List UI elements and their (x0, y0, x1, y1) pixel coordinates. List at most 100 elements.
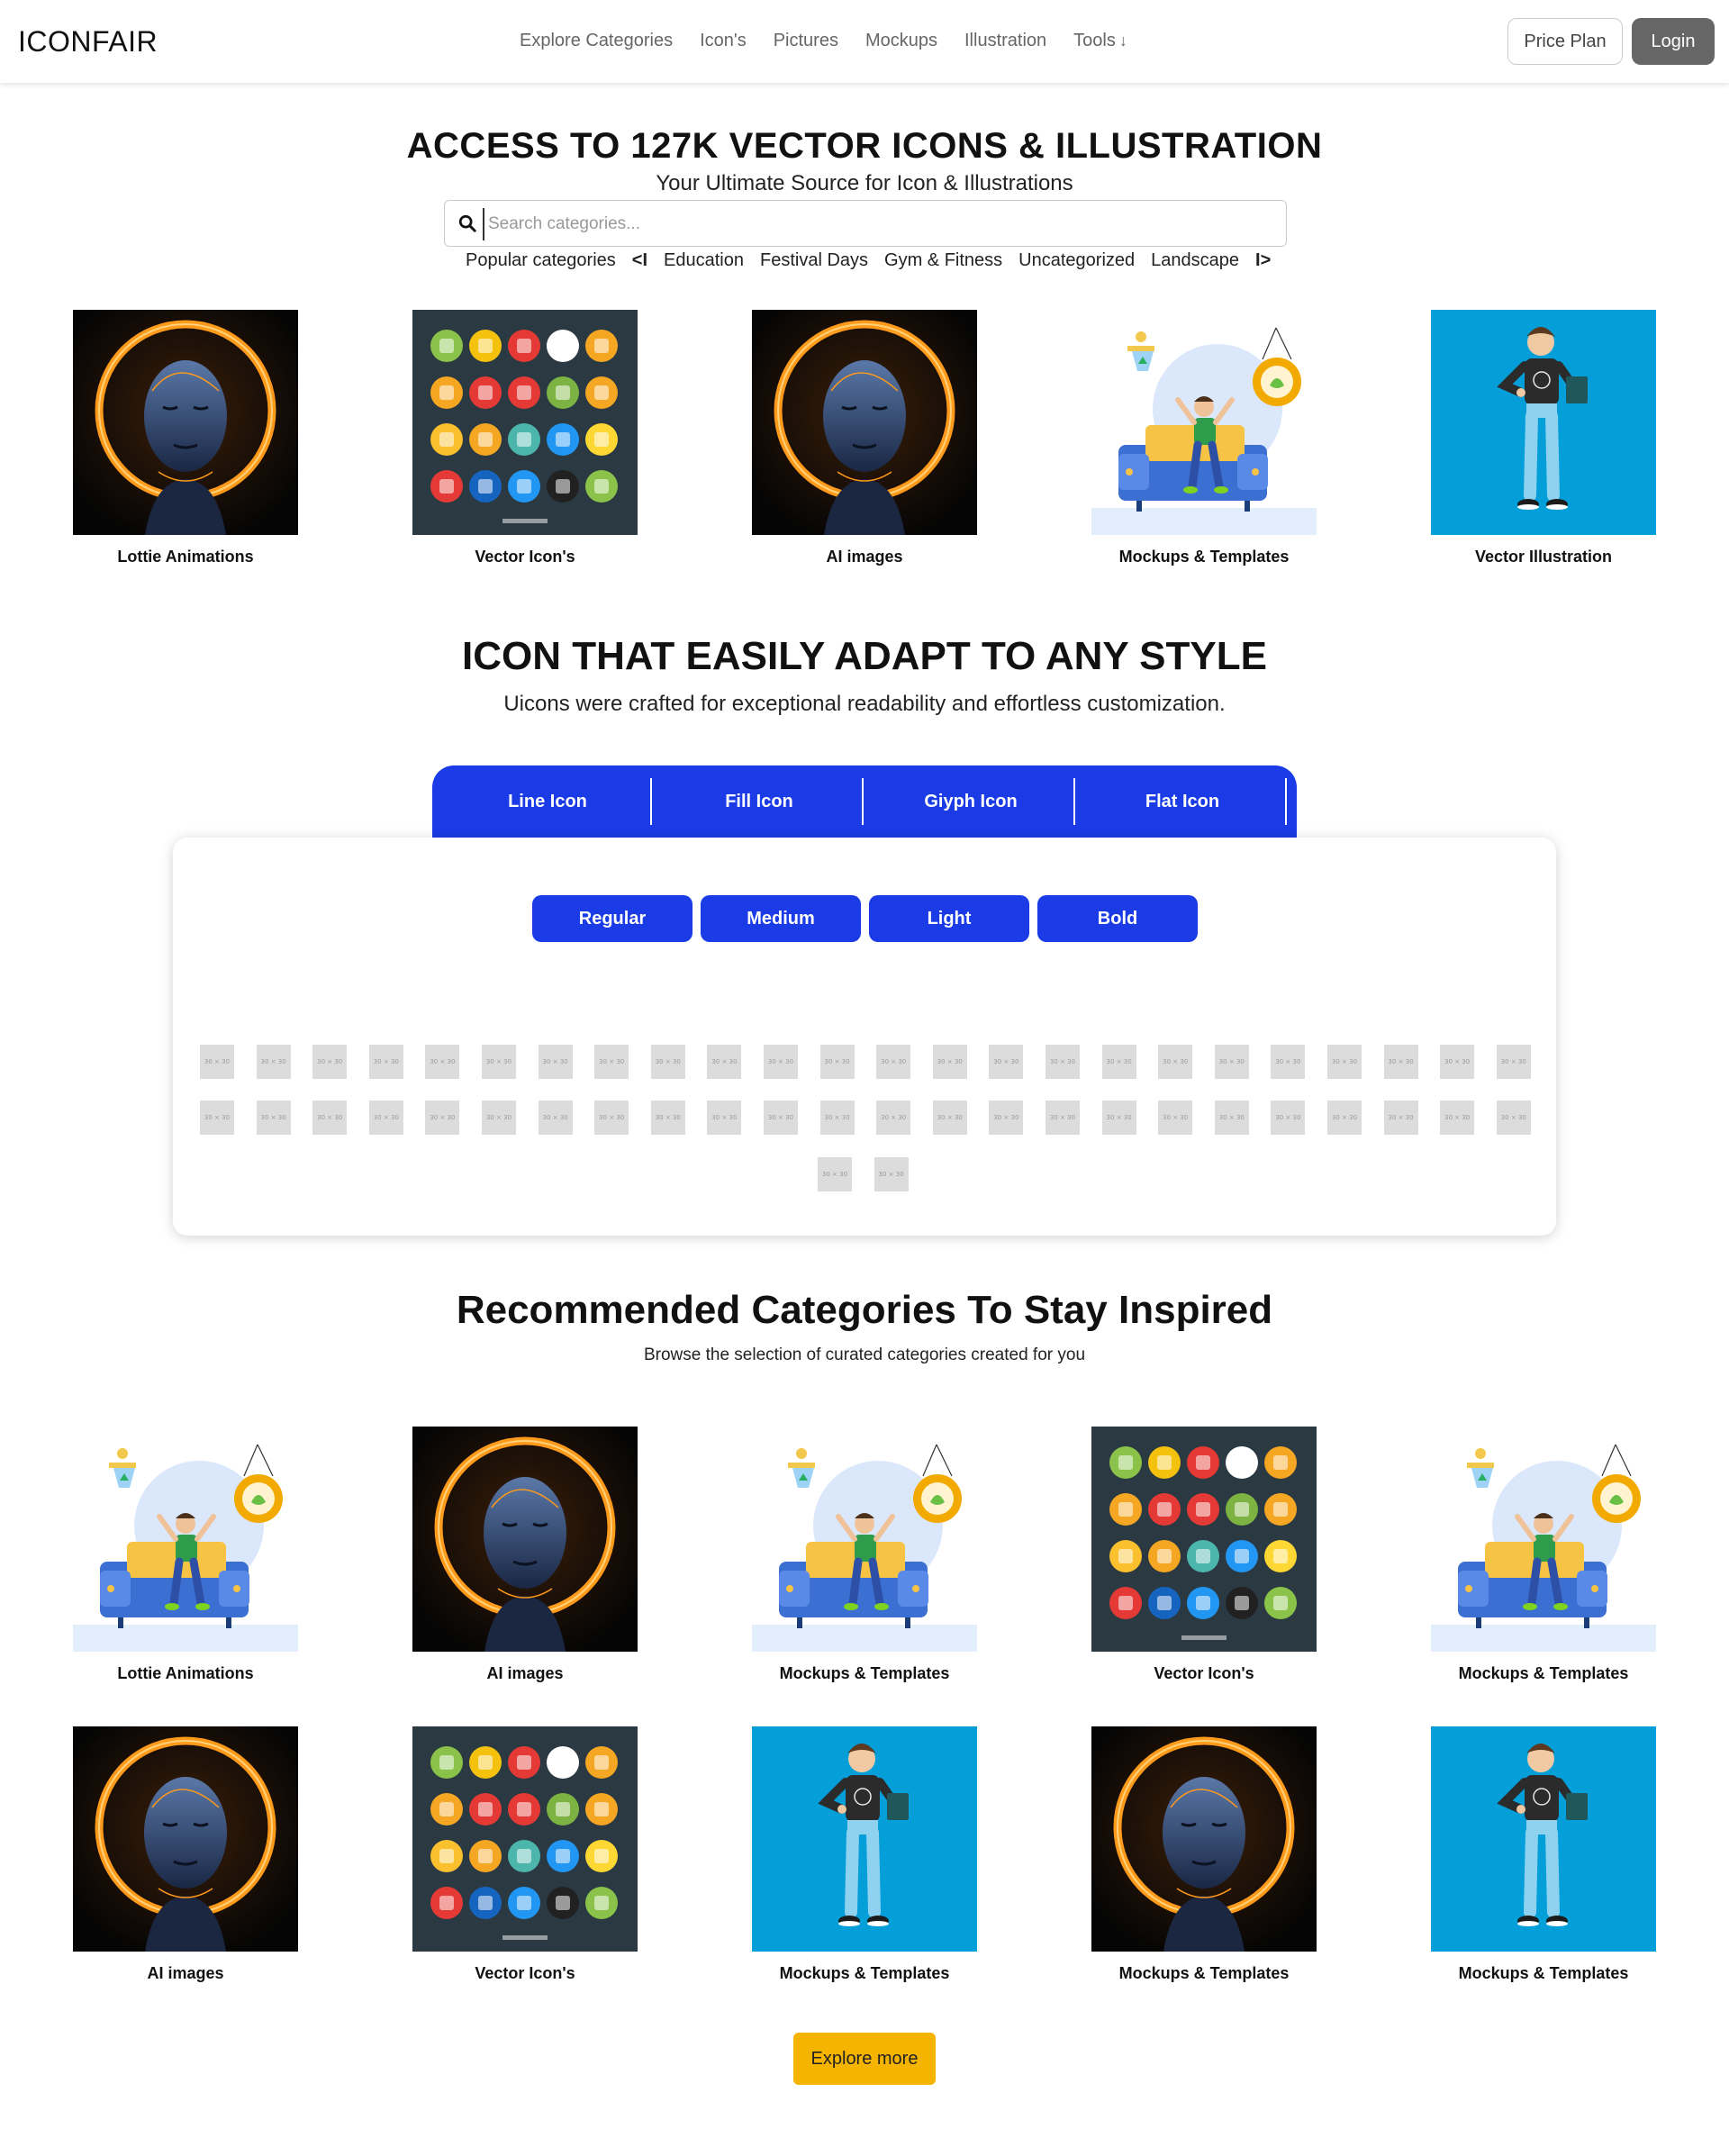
icon-placeholder[interactable]: 30 × 30 (256, 1045, 291, 1079)
nav-link-mockups[interactable]: Mockups (865, 31, 937, 51)
icon-placeholder[interactable]: 30 × 30 (425, 1101, 460, 1135)
icon-placeholder[interactable]: 30 × 30 (312, 1045, 348, 1079)
nav-link-illustration[interactable]: Illustration (964, 31, 1046, 51)
icon-placeholder[interactable]: 30 × 30 (1158, 1101, 1193, 1135)
icon-placeholder[interactable]: 30 × 30 (1101, 1045, 1136, 1079)
icon-placeholder[interactable]: 30 × 30 (819, 1045, 855, 1079)
login-button[interactable]: Login (1632, 18, 1715, 65)
recommended-card-label: Mockups & Templates (1458, 1964, 1629, 1982)
icon-placeholder[interactable]: 30 × 30 (764, 1101, 798, 1135)
icon-placeholder[interactable]: 30 × 30 (876, 1045, 911, 1079)
icon-placeholder[interactable]: 30 × 30 (932, 1045, 967, 1079)
icon-placeholder[interactable]: 30 × 30 (1440, 1101, 1475, 1135)
icon-placeholder[interactable]: 30 × 30 (200, 1045, 234, 1079)
icon-placeholder[interactable]: 30 × 30 (1271, 1101, 1306, 1135)
price-plan-button[interactable]: Price Plan (1507, 18, 1623, 65)
icon-placeholder[interactable]: 30 × 30 (989, 1045, 1024, 1079)
icon-placeholder[interactable]: 30 × 30 (1271, 1045, 1306, 1079)
icon-placeholder[interactable]: 30 × 30 (200, 1101, 234, 1135)
icon-placeholder[interactable]: 30 × 30 (594, 1045, 629, 1079)
icon-placeholder[interactable]: 30 × 30 (1327, 1101, 1362, 1135)
category-card[interactable]: Vector Illustration (1431, 310, 1656, 566)
popular-next-button[interactable]: I> (1255, 250, 1271, 271)
nav-link-tools[interactable]: Tools ↓ (1073, 31, 1127, 51)
icon-placeholder[interactable]: 30 × 30 (1046, 1045, 1080, 1079)
popular-chip-education[interactable]: Education (664, 250, 744, 271)
icon-placeholder[interactable]: 30 × 30 (1046, 1101, 1080, 1135)
icon-placeholder[interactable]: 30 × 30 (1327, 1045, 1362, 1079)
recommended-card[interactable]: AI images (73, 1726, 298, 1983)
search-icon (458, 214, 476, 232)
icon-placeholder[interactable]: 30 × 30 (707, 1101, 742, 1135)
recommended-card[interactable]: Mockups & Templates (752, 1427, 977, 1683)
icon-placeholder[interactable]: 30 × 30 (538, 1045, 573, 1079)
icon-placeholder[interactable]: 30 × 30 (819, 1101, 855, 1135)
icon-placeholder[interactable]: 30 × 30 (707, 1045, 742, 1079)
brand-logo[interactable]: ICONFAIR (18, 25, 158, 59)
icon-placeholder[interactable]: 30 × 30 (1158, 1045, 1193, 1079)
recommended-card[interactable]: Lottie Animations (73, 1427, 298, 1683)
icon-placeholder[interactable]: 30 × 30 (312, 1101, 348, 1135)
tab-fill-icon[interactable]: Fill Icon (656, 778, 864, 825)
icon-placeholder[interactable]: 30 × 30 (1496, 1045, 1531, 1079)
recommended-card[interactable]: Vector Icon's (1091, 1427, 1317, 1683)
icon-placeholder[interactable]: 30 × 30 (482, 1045, 516, 1079)
icon-placeholder[interactable]: 30 × 30 (876, 1101, 911, 1135)
recommended-card[interactable]: Mockups & Templates (752, 1726, 977, 1983)
icon-placeholder[interactable]: 30 × 30 (1214, 1101, 1249, 1135)
icon-placeholder[interactable]: 30 × 30 (650, 1101, 685, 1135)
icon-placeholder[interactable]: 30 × 30 (932, 1101, 967, 1135)
popular-chip-uncategorized[interactable]: Uncategorized (1018, 250, 1135, 271)
category-image-standing-person (1431, 310, 1656, 535)
icon-placeholder[interactable]: 30 × 30 (1496, 1101, 1531, 1135)
icon-placeholder[interactable]: 30 × 30 (368, 1101, 403, 1135)
nav-link-explore-categories[interactable]: Explore Categories (520, 31, 673, 51)
popular-chip-gym-fitness[interactable]: Gym & Fitness (884, 250, 1002, 271)
weight-medium-button[interactable]: Medium (701, 895, 861, 942)
icon-placeholder[interactable]: 30 × 30 (425, 1045, 460, 1079)
explore-more-button[interactable]: Explore more (793, 2033, 936, 2085)
search-input[interactable] (483, 208, 1266, 240)
icon-placeholder[interactable]: 30 × 30 (1383, 1045, 1418, 1079)
icon-placeholder[interactable]: 30 × 30 (818, 1157, 852, 1191)
category-card[interactable]: Vector Icon's (412, 310, 638, 566)
icon-placeholder[interactable]: 30 × 30 (874, 1157, 909, 1191)
hero-title: ACCESS TO 127K VECTOR ICONS & ILLUSTRATI… (406, 126, 1323, 166)
category-image-standing-person (752, 1726, 977, 1952)
popular-chip-festival-days[interactable]: Festival Days (760, 250, 868, 271)
recommended-card[interactable]: Vector Icon's (412, 1726, 638, 1983)
recommended-card[interactable]: Mockups & Templates (1431, 1427, 1656, 1683)
weight-light-button[interactable]: Light (869, 895, 1029, 942)
popular-prev-button[interactable]: <I (632, 250, 647, 271)
popular-chip-landscape[interactable]: Landscape (1151, 250, 1239, 271)
tab-flat-icon[interactable]: Flat Icon (1080, 778, 1287, 825)
nav-link-icons[interactable]: Icon's (700, 31, 747, 51)
recommended-card-label: Lottie Animations (117, 1664, 254, 1682)
icon-placeholder[interactable]: 30 × 30 (989, 1101, 1024, 1135)
icon-placeholder[interactable]: 30 × 30 (764, 1045, 798, 1079)
recommended-card[interactable]: Mockups & Templates (1091, 1726, 1317, 1983)
icon-placeholder[interactable]: 30 × 30 (594, 1101, 629, 1135)
category-card[interactable]: AI images (752, 310, 977, 566)
icon-placeholder[interactable]: 30 × 30 (538, 1101, 573, 1135)
weight-regular-button[interactable]: Regular (532, 895, 693, 942)
style-section-title: ICON THAT EASILY ADAPT TO ANY STYLE (462, 634, 1267, 678)
icon-placeholder[interactable]: 30 × 30 (1101, 1101, 1136, 1135)
nav-link-pictures[interactable]: Pictures (774, 31, 838, 51)
icon-placeholder[interactable]: 30 × 30 (482, 1101, 516, 1135)
category-card[interactable]: Mockups & Templates (1091, 310, 1317, 566)
recommended-card[interactable]: Mockups & Templates (1431, 1726, 1656, 1983)
recommended-card[interactable]: AI images (412, 1427, 638, 1683)
icon-placeholder[interactable]: 30 × 30 (1214, 1045, 1249, 1079)
tab-glyph-icon[interactable]: Giyph Icon (868, 778, 1075, 825)
icon-placeholder[interactable]: 30 × 30 (256, 1101, 291, 1135)
icon-placeholder[interactable]: 30 × 30 (368, 1045, 403, 1079)
icon-placeholder[interactable]: 30 × 30 (1383, 1101, 1418, 1135)
category-card-label: Vector Illustration (1474, 548, 1613, 566)
category-image-robot-portrait (412, 1427, 638, 1652)
weight-bold-button[interactable]: Bold (1037, 895, 1198, 942)
icon-placeholder[interactable]: 30 × 30 (1440, 1045, 1475, 1079)
category-card[interactable]: Lottie Animations (73, 310, 298, 566)
tab-line-icon[interactable]: Line Icon (445, 778, 652, 825)
icon-placeholder[interactable]: 30 × 30 (650, 1045, 685, 1079)
